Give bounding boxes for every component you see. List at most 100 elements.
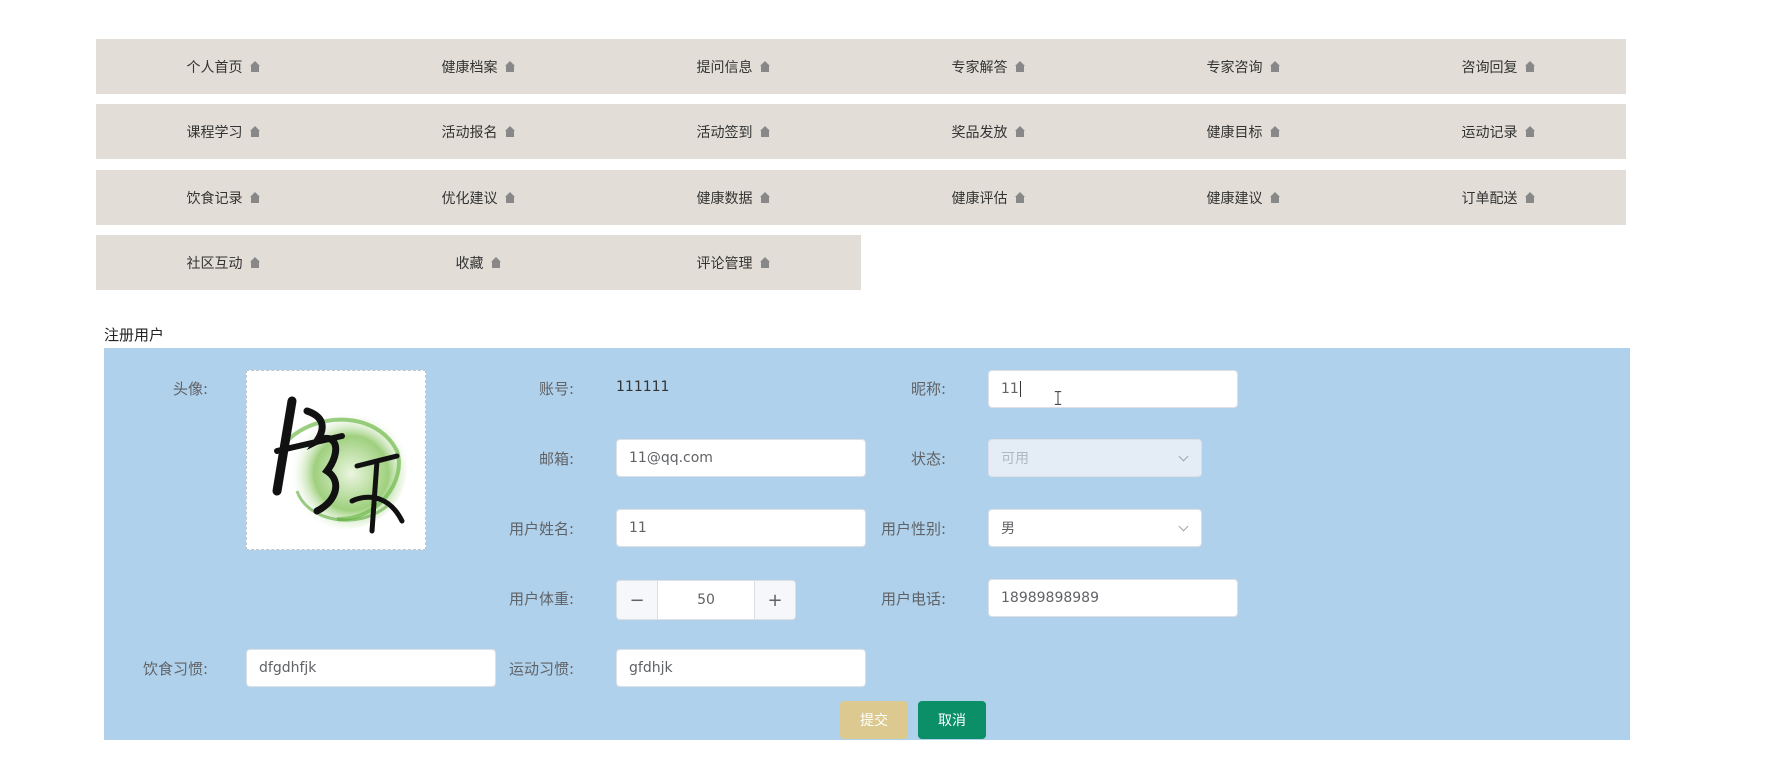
home-icon <box>249 257 261 268</box>
nav-row-2: 课程学习 活动报名 活动签到 奖品发放 健康目标 运动记录 <box>96 104 1626 159</box>
nav-item-label: 健康数据 <box>696 190 753 207</box>
phone-input[interactable]: 18989898989 <box>988 579 1238 617</box>
home-icon <box>504 192 516 203</box>
weight-value[interactable]: 50 <box>658 592 754 608</box>
nav-item-label: 社区互动 <box>186 255 243 272</box>
nav-item[interactable]: 专家解答 <box>861 39 1116 94</box>
nav-item-label: 评论管理 <box>696 255 753 272</box>
nav-item-label: 健康评估 <box>951 190 1008 207</box>
nav-item[interactable]: 健康目标 <box>1116 104 1371 159</box>
weight-label: 用户体重: <box>508 590 574 608</box>
nav-row-1: 个人首页 健康档案 提问信息 专家解答 专家咨询 咨询回复 <box>96 39 1626 94</box>
nav-item[interactable]: 课程学习 <box>96 104 351 159</box>
exercise-input[interactable]: gfdhjk <box>616 649 866 687</box>
home-icon <box>759 61 771 72</box>
nav-item-label: 健康档案 <box>441 59 498 76</box>
email-input[interactable]: 11@qq.com <box>616 439 866 477</box>
weight-stepper[interactable]: − 50 + <box>616 580 796 620</box>
text-cursor-icon <box>1054 391 1062 405</box>
register-form-panel: 头像: 账号: 111111 昵称: 11 邮箱: 11@qq.com 状态: … <box>104 348 1630 740</box>
decrement-button[interactable]: − <box>617 581 658 619</box>
phone-label: 用户电话: <box>880 590 946 608</box>
home-icon <box>759 257 771 268</box>
nav-item[interactable]: 个人首页 <box>96 39 351 94</box>
nav-item[interactable]: 收藏 <box>351 235 606 290</box>
diet-value: dfgdhfjk <box>259 660 317 676</box>
status-label: 状态: <box>910 450 946 468</box>
nav-item[interactable]: 专家咨询 <box>1116 39 1371 94</box>
nav-item-label: 提问信息 <box>696 59 753 76</box>
home-icon <box>490 257 502 268</box>
increment-button[interactable]: + <box>754 581 795 619</box>
home-icon <box>759 192 771 203</box>
home-icon <box>1014 61 1026 72</box>
nav-item[interactable]: 奖品发放 <box>861 104 1116 159</box>
home-icon <box>249 126 261 137</box>
nav-item-label: 活动报名 <box>441 124 498 141</box>
nickname-value: 11 <box>1001 381 1019 397</box>
status-value: 可用 <box>1001 451 1029 467</box>
phone-value: 18989898989 <box>1001 590 1099 606</box>
diet-label: 饮食习惯: <box>142 660 208 678</box>
nav-item[interactable]: 优化建议 <box>351 170 606 225</box>
account-value: 111111 <box>616 379 670 395</box>
nav-item[interactable]: 活动报名 <box>351 104 606 159</box>
diet-input[interactable]: dfgdhfjk <box>246 649 496 687</box>
nav-item[interactable]: 健康档案 <box>351 39 606 94</box>
nav-item-label: 运动记录 <box>1461 124 1518 141</box>
realname-label: 用户姓名: <box>508 520 574 538</box>
nav-item[interactable]: 健康数据 <box>606 170 861 225</box>
nav-item-label: 奖品发放 <box>951 124 1008 141</box>
home-icon <box>1524 126 1536 137</box>
nav-item[interactable]: 咨询回复 <box>1371 39 1626 94</box>
gender-select[interactable]: 男 <box>988 509 1202 547</box>
chevron-down-icon <box>1178 521 1189 532</box>
home-icon <box>249 61 261 72</box>
email-label: 邮箱: <box>538 450 574 468</box>
submit-button[interactable]: 提交 <box>840 701 908 739</box>
realname-value: 11 <box>629 520 647 536</box>
email-value: 11@qq.com <box>629 450 713 466</box>
nav-item-label: 课程学习 <box>186 124 243 141</box>
avatar-image <box>272 396 407 534</box>
home-icon <box>1269 126 1281 137</box>
nav-row-4: 社区互动 收藏 评论管理 <box>96 235 861 290</box>
nav-item[interactable]: 提问信息 <box>606 39 861 94</box>
nav-item[interactable]: 健康评估 <box>861 170 1116 225</box>
nickname-input[interactable]: 11 <box>988 370 1238 408</box>
home-icon <box>1269 192 1281 203</box>
nav-item-label: 专家解答 <box>951 59 1008 76</box>
nav-item-label: 健康目标 <box>1206 124 1263 141</box>
nav-item[interactable]: 活动签到 <box>606 104 861 159</box>
plus-icon: + <box>767 589 783 611</box>
home-icon <box>1524 61 1536 72</box>
exercise-value: gfdhjk <box>629 660 673 676</box>
nav-item-label: 咨询回复 <box>1461 59 1518 76</box>
nav-item-label: 收藏 <box>455 255 484 272</box>
nav-item-label: 专家咨询 <box>1206 59 1263 76</box>
nav-item[interactable]: 社区互动 <box>96 235 351 290</box>
nav-item[interactable]: 订单配送 <box>1371 170 1626 225</box>
home-icon <box>1014 126 1026 137</box>
avatar-upload[interactable] <box>246 370 426 550</box>
nav-item[interactable]: 评论管理 <box>606 235 861 290</box>
nav-item-label: 饮食记录 <box>186 190 243 207</box>
nav-item[interactable]: 运动记录 <box>1371 104 1626 159</box>
nav-item[interactable]: 饮食记录 <box>96 170 351 225</box>
minus-icon: − <box>629 589 645 611</box>
nav-item[interactable]: 健康建议 <box>1116 170 1371 225</box>
cancel-button[interactable]: 取消 <box>918 701 986 739</box>
avatar-label: 头像: <box>172 380 208 398</box>
chevron-down-icon <box>1178 451 1189 462</box>
nav-item-label: 个人首页 <box>186 59 243 76</box>
gender-label: 用户性别: <box>880 520 946 538</box>
home-icon <box>1524 192 1536 203</box>
nav-item-label: 健康建议 <box>1206 190 1263 207</box>
nav-item-label: 优化建议 <box>441 190 498 207</box>
realname-input[interactable]: 11 <box>616 509 866 547</box>
home-icon <box>504 126 516 137</box>
gender-value: 男 <box>1001 521 1015 537</box>
home-icon <box>759 126 771 137</box>
home-icon <box>1014 192 1026 203</box>
exercise-label: 运动习惯: <box>508 660 574 678</box>
